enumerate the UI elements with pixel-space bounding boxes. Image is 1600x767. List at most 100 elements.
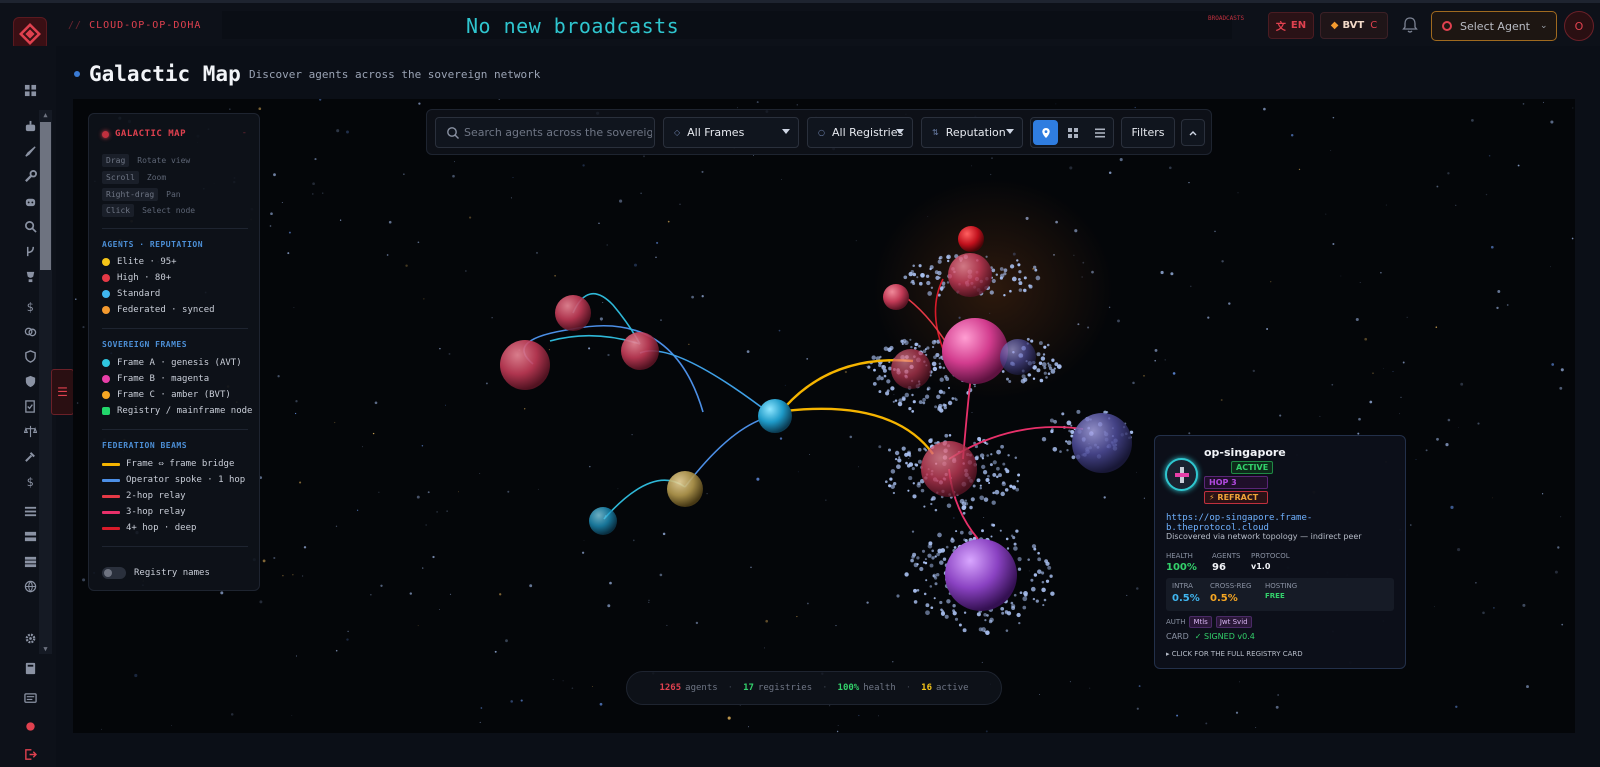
- legend-minimize-button[interactable]: -: [242, 128, 247, 138]
- agent-dot: [898, 456, 901, 459]
- scroll-up-icon[interactable]: ▲: [41, 111, 50, 119]
- agent-dot: [880, 376, 884, 381]
- node-crimson[interactable]: [958, 226, 984, 252]
- agents-count: 1265: [659, 683, 682, 693]
- server-icon[interactable]: [22, 528, 38, 544]
- search-icon[interactable]: [22, 218, 38, 234]
- node-cluster-upper[interactable]: [948, 253, 992, 297]
- document-check-icon[interactable]: [22, 398, 38, 414]
- agent-dot: [1010, 534, 1014, 537]
- registries-dropdown[interactable]: ○ All Registries: [807, 117, 913, 148]
- node-red-large[interactable]: [500, 340, 550, 390]
- agent-dot: [945, 377, 950, 381]
- agent-dot: [955, 398, 958, 402]
- record-status-icon[interactable]: [22, 718, 38, 734]
- node-cluster-mid[interactable]: [891, 349, 931, 389]
- node-cluster-lower[interactable]: [921, 441, 977, 497]
- agent-dot: [1032, 377, 1036, 380]
- node-red-upper[interactable]: [883, 284, 909, 310]
- shield-icon[interactable]: [22, 348, 38, 364]
- registry-names-toggle[interactable]: [102, 567, 126, 579]
- registry-names-toggle-row[interactable]: Registry names: [102, 567, 210, 579]
- cross-reg-label: CROSS-REG: [1210, 582, 1252, 590]
- node-frame-b[interactable]: [942, 318, 1008, 384]
- registry-card[interactable]: op-singapore ACTIVE HOP 3 ⚡ REFRACT http…: [1154, 435, 1406, 669]
- star: [1136, 587, 1139, 590]
- star: [1554, 570, 1558, 574]
- database-icon[interactable]: [22, 553, 38, 569]
- node-indigo-small[interactable]: [1000, 339, 1036, 375]
- collapse-toolbar-button[interactable]: [1181, 119, 1205, 146]
- node-red-medium[interactable]: [621, 332, 659, 370]
- branch-icon[interactable]: [22, 243, 38, 259]
- list-icon[interactable]: [22, 503, 38, 519]
- rail-toggle-button[interactable]: ☰: [51, 369, 74, 415]
- map-view-button[interactable]: [1033, 120, 1058, 145]
- scale-icon[interactable]: [22, 423, 38, 439]
- legend-divider: [102, 546, 248, 547]
- frames-dropdown[interactable]: ◇ All Frames: [663, 117, 799, 148]
- search-input[interactable]: [464, 118, 652, 147]
- node-gold[interactable]: [667, 471, 703, 507]
- agent-dot: [979, 453, 985, 458]
- full-card-link[interactable]: ▸ CLICK FOR THE FULL REGISTRY CARD: [1166, 650, 1303, 658]
- select-agent-dropdown[interactable]: Select Agent ⌄: [1431, 11, 1557, 41]
- logout-icon[interactable]: [22, 746, 38, 762]
- book-icon[interactable]: [22, 660, 38, 676]
- node-red-small[interactable]: [555, 295, 591, 331]
- agent-dot: [886, 389, 890, 393]
- trophy-icon[interactable]: [22, 268, 38, 284]
- protocol-label: PROTOCOL: [1251, 552, 1290, 560]
- registry-url[interactable]: https://op-singapore.frame-b.theprotocol…: [1166, 513, 1405, 533]
- star: [1270, 281, 1272, 283]
- bell-icon[interactable]: [1400, 15, 1420, 35]
- wrench-icon[interactable]: [22, 168, 38, 184]
- agent-dot: [908, 476, 913, 481]
- broadcasts-label: BROADCASTS: [1208, 15, 1245, 22]
- scroll-down-icon[interactable]: ▼: [41, 645, 50, 653]
- scroll-thumb[interactable]: [40, 122, 51, 270]
- token-balance-button[interactable]: ◆ BVT C: [1320, 12, 1388, 39]
- star: [1298, 168, 1301, 171]
- star: [494, 650, 497, 653]
- rocket-icon[interactable]: [22, 143, 38, 159]
- list-view-button[interactable]: [1087, 120, 1112, 145]
- bot-icon[interactable]: [22, 193, 38, 209]
- star: [571, 687, 574, 689]
- message-icon[interactable]: [22, 690, 38, 706]
- agent-dot: [921, 549, 926, 553]
- agent-dot: [1041, 587, 1046, 593]
- language-button[interactable]: 文 EN: [1268, 12, 1314, 39]
- badge-icon[interactable]: [22, 373, 38, 389]
- robot-icon[interactable]: [22, 118, 38, 134]
- currency-icon[interactable]: $: [22, 473, 38, 489]
- dashboard-icon[interactable]: [22, 82, 38, 98]
- control-hint: Right-drag Pan: [102, 188, 181, 201]
- search-box[interactable]: [435, 117, 655, 148]
- agent-dot: [1018, 281, 1023, 286]
- node-purple-large[interactable]: [945, 539, 1017, 611]
- grid-view-button[interactable]: [1060, 120, 1085, 145]
- filters-button[interactable]: Filters: [1121, 117, 1175, 148]
- node-op-singapore[interactable]: [1072, 413, 1132, 473]
- gear-icon[interactable]: [22, 630, 38, 646]
- globe-icon[interactable]: [22, 578, 38, 594]
- agent-dot: [939, 408, 944, 413]
- node-blue-small[interactable]: [589, 507, 617, 535]
- agent-dot: [992, 491, 995, 495]
- agent-dot: [931, 345, 935, 349]
- agent-dot: [910, 558, 914, 563]
- star: [858, 714, 860, 717]
- sort-dropdown[interactable]: ⇅ Reputation: [921, 117, 1023, 148]
- user-avatar[interactable]: O: [1564, 11, 1594, 41]
- coins-icon[interactable]: [22, 323, 38, 339]
- star: [1497, 290, 1501, 293]
- star: [374, 401, 378, 405]
- dollar-icon[interactable]: $: [22, 298, 38, 314]
- star: [479, 721, 481, 723]
- node-frame-a[interactable]: [758, 399, 792, 433]
- star: [1560, 368, 1564, 372]
- gavel-icon[interactable]: [22, 448, 38, 464]
- legend-divider: [102, 328, 248, 329]
- galactic-map-canvas[interactable]: GALACTIC MAP - Drag Rotate view Scroll Zoo…: [73, 99, 1575, 733]
